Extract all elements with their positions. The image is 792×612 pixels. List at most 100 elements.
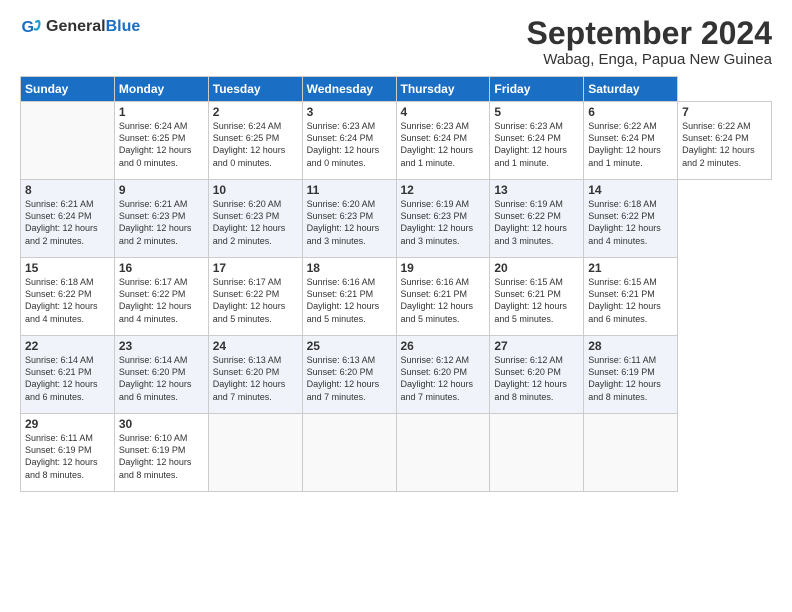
- calendar-cell: 13 Sunrise: 6:19 AM Sunset: 6:22 PM Dayl…: [490, 180, 584, 258]
- calendar-cell: [490, 414, 584, 492]
- logo-general: General: [46, 18, 106, 35]
- day-info: Sunrise: 6:24 AM Sunset: 6:25 PM Dayligh…: [213, 120, 298, 169]
- location: Wabag, Enga, Papua New Guinea: [527, 51, 772, 68]
- day-number: 3: [307, 105, 392, 119]
- col-monday: Monday: [114, 77, 208, 102]
- day-info: Sunrise: 6:14 AM Sunset: 6:20 PM Dayligh…: [119, 354, 204, 403]
- svg-text:G: G: [21, 18, 34, 36]
- calendar-cell: 9 Sunrise: 6:21 AM Sunset: 6:23 PM Dayli…: [114, 180, 208, 258]
- day-info: Sunrise: 6:22 AM Sunset: 6:24 PM Dayligh…: [588, 120, 673, 169]
- day-number: 18: [307, 261, 392, 275]
- day-number: 17: [213, 261, 298, 275]
- col-wednesday: Wednesday: [302, 77, 396, 102]
- calendar-cell: [302, 414, 396, 492]
- calendar-cell: 12 Sunrise: 6:19 AM Sunset: 6:23 PM Dayl…: [396, 180, 490, 258]
- day-number: 5: [494, 105, 579, 119]
- calendar-cell: 17 Sunrise: 6:17 AM Sunset: 6:22 PM Dayl…: [208, 258, 302, 336]
- day-number: 2: [213, 105, 298, 119]
- calendar-cell: [396, 414, 490, 492]
- day-info: Sunrise: 6:12 AM Sunset: 6:20 PM Dayligh…: [401, 354, 486, 403]
- day-info: Sunrise: 6:17 AM Sunset: 6:22 PM Dayligh…: [213, 276, 298, 325]
- day-info: Sunrise: 6:23 AM Sunset: 6:24 PM Dayligh…: [494, 120, 579, 169]
- week-row-4: 22 Sunrise: 6:14 AM Sunset: 6:21 PM Dayl…: [21, 336, 772, 414]
- day-number: 6: [588, 105, 673, 119]
- calendar-cell: [21, 102, 115, 180]
- day-number: 21: [588, 261, 673, 275]
- calendar-cell: 19 Sunrise: 6:16 AM Sunset: 6:21 PM Dayl…: [396, 258, 490, 336]
- day-number: 22: [25, 339, 110, 353]
- day-number: 26: [401, 339, 486, 353]
- day-info: Sunrise: 6:18 AM Sunset: 6:22 PM Dayligh…: [25, 276, 110, 325]
- day-number: 27: [494, 339, 579, 353]
- day-info: Sunrise: 6:13 AM Sunset: 6:20 PM Dayligh…: [213, 354, 298, 403]
- day-number: 30: [119, 417, 204, 431]
- calendar-cell: 11 Sunrise: 6:20 AM Sunset: 6:23 PM Dayl…: [302, 180, 396, 258]
- calendar-cell: 24 Sunrise: 6:13 AM Sunset: 6:20 PM Dayl…: [208, 336, 302, 414]
- col-sunday: Sunday: [21, 77, 115, 102]
- calendar-cell: 14 Sunrise: 6:18 AM Sunset: 6:22 PM Dayl…: [584, 180, 678, 258]
- day-number: 14: [588, 183, 673, 197]
- logo-text: GeneralBlue: [46, 18, 140, 36]
- col-friday: Friday: [490, 77, 584, 102]
- calendar-cell: 16 Sunrise: 6:17 AM Sunset: 6:22 PM Dayl…: [114, 258, 208, 336]
- day-info: Sunrise: 6:23 AM Sunset: 6:24 PM Dayligh…: [401, 120, 486, 169]
- day-number: 25: [307, 339, 392, 353]
- day-number: 28: [588, 339, 673, 353]
- day-number: 19: [401, 261, 486, 275]
- month-title: September 2024: [527, 16, 772, 51]
- day-number: 20: [494, 261, 579, 275]
- day-number: 29: [25, 417, 110, 431]
- calendar-cell: 8 Sunrise: 6:21 AM Sunset: 6:24 PM Dayli…: [21, 180, 115, 258]
- col-tuesday: Tuesday: [208, 77, 302, 102]
- calendar-table: Sunday Monday Tuesday Wednesday Thursday…: [20, 76, 772, 492]
- col-thursday: Thursday: [396, 77, 490, 102]
- day-number: 8: [25, 183, 110, 197]
- day-number: 15: [25, 261, 110, 275]
- calendar-cell: 1 Sunrise: 6:24 AM Sunset: 6:25 PM Dayli…: [114, 102, 208, 180]
- day-info: Sunrise: 6:19 AM Sunset: 6:22 PM Dayligh…: [494, 198, 579, 247]
- calendar-cell: 28 Sunrise: 6:11 AM Sunset: 6:19 PM Dayl…: [584, 336, 678, 414]
- day-info: Sunrise: 6:12 AM Sunset: 6:20 PM Dayligh…: [494, 354, 579, 403]
- logo-blue: Blue: [106, 18, 141, 35]
- day-number: 23: [119, 339, 204, 353]
- logo: G GeneralBlue: [20, 16, 140, 38]
- day-number: 12: [401, 183, 486, 197]
- calendar-cell: 15 Sunrise: 6:18 AM Sunset: 6:22 PM Dayl…: [21, 258, 115, 336]
- day-info: Sunrise: 6:16 AM Sunset: 6:21 PM Dayligh…: [307, 276, 392, 325]
- day-info: Sunrise: 6:24 AM Sunset: 6:25 PM Dayligh…: [119, 120, 204, 169]
- calendar-header-row: Sunday Monday Tuesday Wednesday Thursday…: [21, 77, 772, 102]
- calendar-cell: 20 Sunrise: 6:15 AM Sunset: 6:21 PM Dayl…: [490, 258, 584, 336]
- calendar-cell: 29 Sunrise: 6:11 AM Sunset: 6:19 PM Dayl…: [21, 414, 115, 492]
- day-info: Sunrise: 6:17 AM Sunset: 6:22 PM Dayligh…: [119, 276, 204, 325]
- week-row-2: 8 Sunrise: 6:21 AM Sunset: 6:24 PM Dayli…: [21, 180, 772, 258]
- day-info: Sunrise: 6:18 AM Sunset: 6:22 PM Dayligh…: [588, 198, 673, 247]
- day-info: Sunrise: 6:21 AM Sunset: 6:23 PM Dayligh…: [119, 198, 204, 247]
- day-number: 24: [213, 339, 298, 353]
- day-info: Sunrise: 6:10 AM Sunset: 6:19 PM Dayligh…: [119, 432, 204, 481]
- logo-icon: G: [20, 16, 42, 38]
- day-number: 11: [307, 183, 392, 197]
- calendar-cell: [584, 414, 678, 492]
- calendar-cell: 3 Sunrise: 6:23 AM Sunset: 6:24 PM Dayli…: [302, 102, 396, 180]
- title-block: September 2024 Wabag, Enga, Papua New Gu…: [527, 16, 772, 68]
- calendar-cell: 18 Sunrise: 6:16 AM Sunset: 6:21 PM Dayl…: [302, 258, 396, 336]
- day-number: 13: [494, 183, 579, 197]
- day-info: Sunrise: 6:20 AM Sunset: 6:23 PM Dayligh…: [307, 198, 392, 247]
- day-number: 7: [682, 105, 767, 119]
- calendar-cell: 2 Sunrise: 6:24 AM Sunset: 6:25 PM Dayli…: [208, 102, 302, 180]
- day-info: Sunrise: 6:20 AM Sunset: 6:23 PM Dayligh…: [213, 198, 298, 247]
- day-info: Sunrise: 6:11 AM Sunset: 6:19 PM Dayligh…: [588, 354, 673, 403]
- day-info: Sunrise: 6:23 AM Sunset: 6:24 PM Dayligh…: [307, 120, 392, 169]
- day-info: Sunrise: 6:21 AM Sunset: 6:24 PM Dayligh…: [25, 198, 110, 247]
- week-row-5: 29 Sunrise: 6:11 AM Sunset: 6:19 PM Dayl…: [21, 414, 772, 492]
- page-header: G GeneralBlue September 2024 Wabag, Enga…: [20, 16, 772, 68]
- day-info: Sunrise: 6:16 AM Sunset: 6:21 PM Dayligh…: [401, 276, 486, 325]
- calendar-cell: 22 Sunrise: 6:14 AM Sunset: 6:21 PM Dayl…: [21, 336, 115, 414]
- calendar-cell: 10 Sunrise: 6:20 AM Sunset: 6:23 PM Dayl…: [208, 180, 302, 258]
- col-saturday: Saturday: [584, 77, 678, 102]
- calendar-cell: 26 Sunrise: 6:12 AM Sunset: 6:20 PM Dayl…: [396, 336, 490, 414]
- calendar-cell: 25 Sunrise: 6:13 AM Sunset: 6:20 PM Dayl…: [302, 336, 396, 414]
- week-row-1: 1 Sunrise: 6:24 AM Sunset: 6:25 PM Dayli…: [21, 102, 772, 180]
- day-info: Sunrise: 6:15 AM Sunset: 6:21 PM Dayligh…: [494, 276, 579, 325]
- day-info: Sunrise: 6:11 AM Sunset: 6:19 PM Dayligh…: [25, 432, 110, 481]
